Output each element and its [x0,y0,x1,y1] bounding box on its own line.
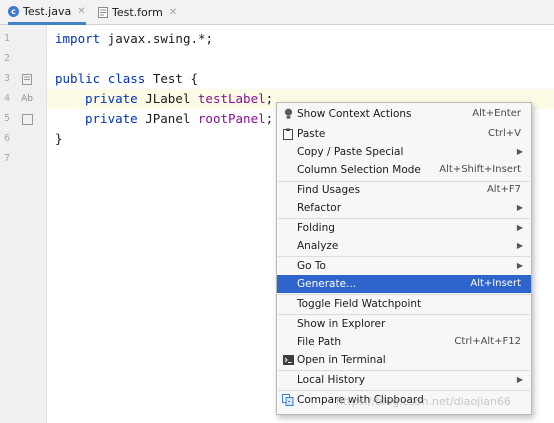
tab-label: Test.java [23,4,72,18]
field-name: rootPanel [197,111,266,126]
form-icon [97,6,108,18]
menu-item-show-context-actions[interactable]: Show Context Actions Alt+Enter [277,105,531,123]
editor-gutter: 1 2 3 4 Ab 5 6 7 [0,25,47,423]
menu-item-shortcut: Alt+Shift+Insert [439,164,521,175]
menu-item-refactor[interactable]: Refactor ▶ [277,199,531,217]
menu-item-shortcut: Ctrl+Alt+F12 [454,336,521,347]
type-name: JLabel [137,91,198,106]
line-number: 7 [4,153,11,164]
close-icon[interactable]: ✕ [77,6,85,17]
code-text: Test { [145,71,199,86]
menu-item-label: Show in Explorer [297,318,386,330]
label-binding-icon[interactable]: Ab [20,89,34,109]
submenu-arrow-icon: ▶ [516,261,523,270]
menu-item-paste[interactable]: Paste Ctrl+V [277,125,531,143]
menu-item-local-history[interactable]: Local History ▶ [277,371,531,389]
code-text: javax.swing.*; [100,31,214,46]
menu-item-go-to[interactable]: Go To ▶ [277,257,531,275]
menu-item-label: Refactor [297,202,342,214]
keyword: private [85,111,138,126]
menu-item-label: Open in Terminal [297,354,386,366]
keyword: public [55,71,101,86]
code-line-3: public class Test { [55,69,198,89]
code-text: ; [265,91,274,106]
menu-item-label: Analyze [297,240,339,252]
keyword: class [107,71,146,86]
line-number: 4 [4,93,11,104]
menu-item-label: Paste [297,128,326,140]
menu-item-label: Toggle Field Watchpoint [297,298,422,310]
tab-test-java[interactable]: c Test.java ✕ [8,0,86,25]
line-number: 1 [4,33,11,44]
terminal-icon [282,351,294,369]
line-number: 6 [4,133,11,144]
menu-item-analyze[interactable]: Analyze ▶ [277,237,531,255]
context-menu: Show Context Actions Alt+Enter Paste Ctr… [276,102,532,415]
menu-item-folding[interactable]: Folding ▶ [277,219,531,237]
menu-item-generate[interactable]: Generate... Alt+Insert [277,275,531,293]
menu-item-label: Copy / Paste Special [297,146,404,158]
editor-tab-bar: c Test.java ✕ Test.form ✕ [0,0,554,25]
menu-item-label: Column Selection Mode [297,164,421,176]
menu-item-shortcut: Ctrl+V [487,128,521,139]
submenu-arrow-icon: ▶ [516,223,523,232]
menu-item-label: Go To [297,260,326,272]
type-name: JPanel [137,111,198,126]
menu-item-label: File Path [297,336,341,348]
lightbulb-icon [282,105,294,123]
menu-item-label: Generate... [297,278,357,290]
line-number: 3 [4,73,11,84]
menu-item-shortcut: Alt+Insert [470,278,521,289]
field-name: testLabel [197,91,266,106]
line-number: 2 [4,53,11,64]
menu-item-label: Show Context Actions [297,108,412,120]
menu-item-label: Local History [297,374,365,386]
submenu-arrow-icon: ▶ [516,375,523,384]
menu-item-shortcut: Alt+Enter [472,108,521,119]
form-binding-icon[interactable] [20,69,34,89]
keyword: private [85,91,138,106]
menu-item-column-selection-mode[interactable]: Column Selection Mode Alt+Shift+Insert [277,161,531,179]
tab-test-form[interactable]: Test.form ✕ [97,0,177,24]
close-icon[interactable]: ✕ [169,7,177,18]
menu-item-copy-paste-special[interactable]: Copy / Paste Special ▶ [277,143,531,161]
compare-icon [282,391,294,409]
code-line-5: private JPanel rootPanel; [85,109,273,129]
watermark: https://blog.csdn.net/diaojian66 [336,395,511,408]
code-text: ; [265,111,274,126]
submenu-arrow-icon: ▶ [516,203,523,212]
menu-item-file-path[interactable]: File Path Ctrl+Alt+F12 [277,333,531,351]
menu-item-toggle-field-watchpoint[interactable]: Toggle Field Watchpoint [277,295,531,313]
tab-label: Test.form [112,5,163,19]
menu-item-show-in-explorer[interactable]: Show in Explorer [277,315,531,333]
menu-item-label: Folding [297,222,335,234]
class-icon: c [8,5,19,17]
submenu-arrow-icon: ▶ [516,241,523,250]
menu-item-open-in-terminal[interactable]: Open in Terminal [277,351,531,369]
code-line-6: } [55,131,63,146]
menu-item-shortcut: Alt+F7 [486,184,521,195]
clipboard-icon [282,125,294,143]
code-line-1: import javax.swing.*; [55,29,213,49]
keyword: import [55,31,101,46]
code-line-4: private JLabel testLabel; [85,89,273,109]
submenu-arrow-icon: ▶ [516,147,523,156]
panel-binding-icon[interactable] [20,109,34,129]
line-number: 5 [4,113,11,124]
menu-item-find-usages[interactable]: Find Usages Alt+F7 [277,181,531,199]
menu-item-label: Find Usages [297,184,361,196]
